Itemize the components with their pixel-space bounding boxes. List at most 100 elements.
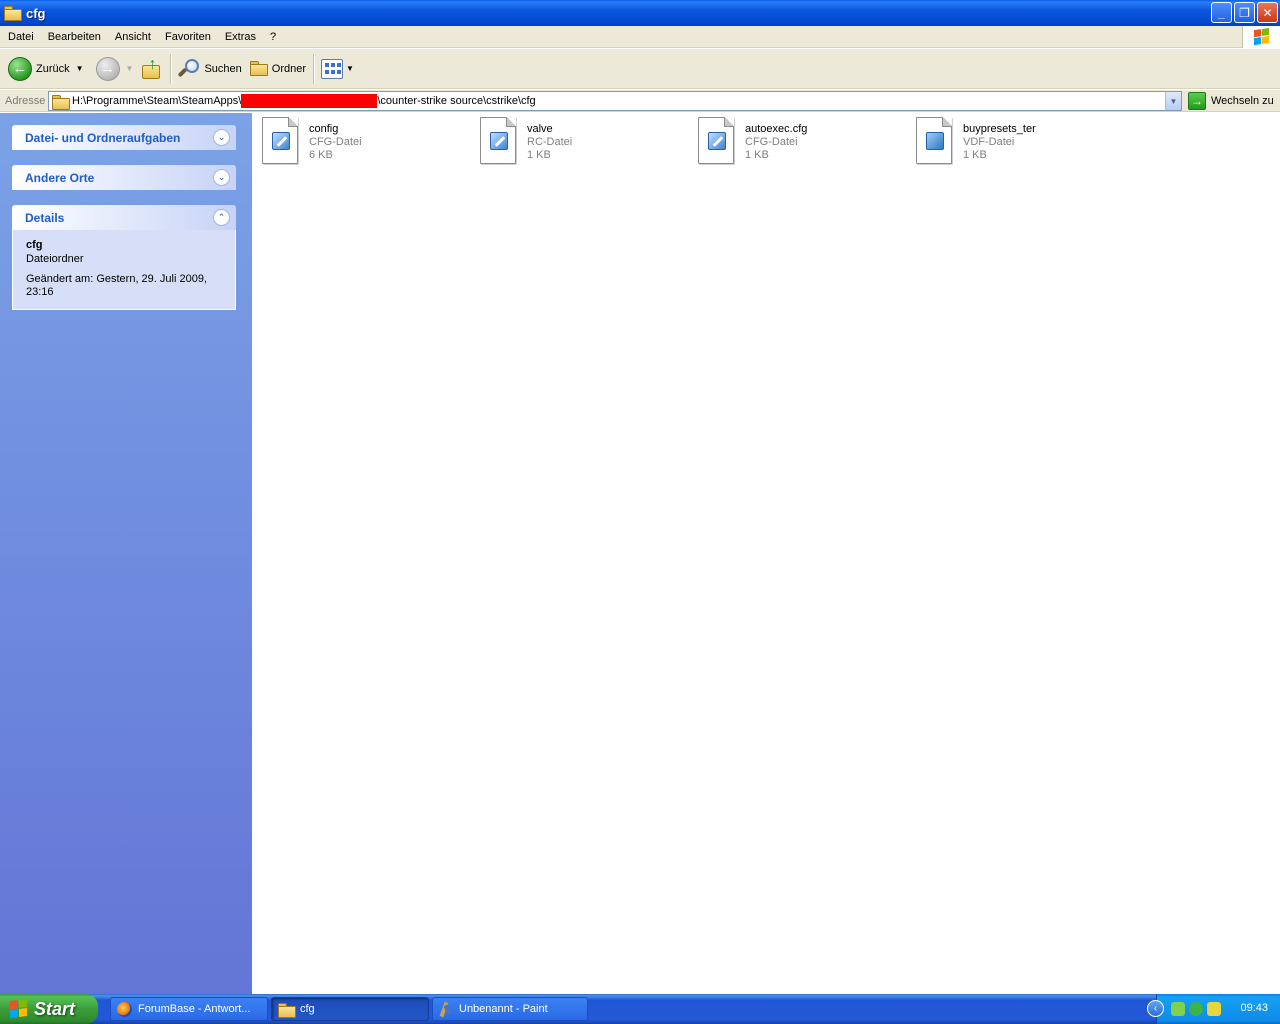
security-shield-icon[interactable] [1171, 1002, 1185, 1016]
file-item[interactable]: buypresets_ter VDF-Datei 1 KB [914, 117, 1124, 169]
panel-title: Andere Orte [25, 170, 95, 185]
details-type: Dateiordner [26, 253, 84, 265]
maximize-button[interactable]: ❐ [1234, 2, 1255, 23]
windows-flag-icon [10, 998, 28, 1020]
back-label: Zurück [36, 62, 70, 75]
file-name: autoexec.cfg [745, 123, 808, 135]
taskbar-item-cfg[interactable]: cfg [271, 997, 429, 1021]
menu-datei[interactable]: Datei [0, 27, 41, 47]
details-name: cfg [26, 239, 43, 251]
start-label: Start [34, 998, 76, 1019]
search-button[interactable]: Suchen [174, 52, 245, 86]
forward-dropdown-icon[interactable]: ▼ [126, 64, 134, 73]
redaction-bar [241, 94, 378, 108]
file-type: CFG-Datei [309, 136, 362, 148]
menu-bearbeiten[interactable]: Bearbeiten [41, 27, 108, 47]
taskbar-item-forumbase[interactable]: ForumBase - Antwort... [110, 997, 268, 1021]
panel-other-places: Andere Orte ⌄ [12, 165, 236, 190]
window-controls: _ ❐ ✕ [1211, 2, 1278, 23]
panel-header-file-folder-tasks[interactable]: Datei- und Ordneraufgaben ⌄ [12, 125, 236, 150]
folders-icon [249, 61, 268, 76]
details-modified: Geändert am: Gestern, 29. Juli 2009, 23:… [26, 273, 207, 298]
network-icon[interactable] [1189, 1002, 1203, 1016]
title-bar[interactable]: cfg _ ❐ ✕ [0, 0, 1280, 26]
file-size: 1 KB [527, 149, 551, 161]
file-type: RC-Datei [527, 136, 573, 148]
back-arrow-icon: ← [8, 56, 32, 81]
file-type: VDF-Datei [963, 136, 1015, 148]
task-pane: Datei- und Ordneraufgaben ⌄ Andere Orte … [0, 113, 252, 994]
taskbar-item-paint[interactable]: Unbenannt - Paint [432, 997, 588, 1021]
folder-icon [52, 94, 70, 110]
menu-favoriten[interactable]: Favoriten [158, 27, 218, 47]
folder-up-icon: ↑ [141, 56, 163, 81]
go-arrow-icon: → [1188, 92, 1206, 110]
text-document-icon [478, 117, 518, 165]
search-icon [178, 58, 200, 80]
panel-file-folder-tasks: Datei- und Ordneraufgaben ⌄ [12, 125, 236, 150]
file-item[interactable]: valve RC-Datei 1 KB [478, 117, 688, 169]
file-name: buypresets_ter [963, 123, 1036, 135]
chevron-down-icon[interactable]: ⌄ [213, 169, 230, 186]
folder-icon [278, 1002, 296, 1018]
tray-expand-icon[interactable]: ‹ [1147, 1000, 1164, 1017]
chevron-down-icon[interactable]: ⌄ [213, 129, 230, 146]
toolbar-separator [313, 53, 315, 84]
chevron-up-icon[interactable]: ⌃ [213, 209, 230, 226]
file-item[interactable]: autoexec.cfg CFG-Datei 1 KB [696, 117, 906, 169]
panel-header-details[interactable]: Details ⌃ [12, 205, 236, 230]
file-item[interactable]: config CFG-Datei 6 KB [260, 117, 470, 169]
minimize-button[interactable]: _ [1211, 2, 1232, 23]
address-dropdown-icon[interactable]: ▼ [1165, 92, 1181, 110]
back-button[interactable]: ← Zurück ▼ [4, 52, 88, 86]
up-button[interactable]: ↑ [137, 52, 167, 86]
address-path-suffix: \counter-strike source\cstrike\cfg [377, 94, 536, 107]
taskbar-item-label: ForumBase - Antwort... [138, 1003, 251, 1015]
folder-icon [4, 6, 22, 21]
windows-logo [1242, 26, 1280, 48]
firefox-icon [117, 1001, 132, 1017]
address-path: H:\Programme\Steam\SteamApps\ \counter-st… [72, 94, 536, 108]
text-document-icon [696, 117, 736, 165]
forward-button[interactable]: → ▼ [92, 52, 138, 86]
menu-extras[interactable]: Extras [218, 27, 263, 47]
file-type: CFG-Datei [745, 136, 798, 148]
file-size: 1 KB [745, 149, 769, 161]
address-input[interactable]: H:\Programme\Steam\SteamApps\ \counter-st… [48, 91, 1182, 111]
close-button[interactable]: ✕ [1257, 2, 1278, 23]
taskbar: Start ForumBase - Antwort... cfg Unbenan… [0, 994, 1280, 1024]
menu-help[interactable]: ? [263, 27, 283, 47]
system-tray: ‹ 09:43 [1147, 994, 1280, 1024]
go-button[interactable]: → Wechseln zu [1188, 91, 1274, 111]
taskbar-item-label: cfg [300, 1003, 315, 1015]
window-title: cfg [26, 5, 46, 21]
panel-details: Details ⌃ cfg Dateiordner Geändert am: G… [12, 205, 236, 310]
clock[interactable]: 09:43 [1240, 1002, 1268, 1014]
back-dropdown-icon[interactable]: ▼ [76, 64, 84, 73]
menu-ansicht[interactable]: Ansicht [108, 27, 158, 47]
taskbar-item-label: Unbenannt - Paint [459, 1003, 548, 1015]
forward-arrow-icon: → [95, 56, 120, 81]
views-button[interactable]: ▼ [317, 52, 358, 86]
user-status-icon[interactable] [1207, 1002, 1221, 1016]
folders-button[interactable]: Ordner [246, 52, 310, 86]
address-path-prefix: H:\Programme\Steam\SteamApps\ [72, 94, 242, 107]
menu-bar: Datei Bearbeiten Ansicht Favoriten Extra… [0, 26, 1280, 48]
system-file-icon [914, 117, 954, 165]
text-document-icon [260, 117, 300, 165]
address-bar: Adresse H:\Programme\Steam\SteamApps\ \co… [0, 90, 1280, 112]
views-icon [321, 58, 344, 79]
go-label: Wechseln zu [1211, 95, 1274, 107]
file-list[interactable]: config CFG-Datei 6 KB valve RC-Datei 1 K… [252, 113, 1280, 994]
file-name: config [309, 123, 339, 135]
file-size: 1 KB [963, 149, 987, 161]
start-button[interactable]: Start [0, 994, 98, 1024]
file-name: valve [527, 123, 553, 135]
panel-title: Datei- und Ordneraufgaben [25, 130, 181, 145]
panel-title: Details [25, 210, 65, 225]
paint-icon [439, 1002, 453, 1017]
views-dropdown-icon[interactable]: ▼ [346, 64, 354, 73]
toolbar-separator [170, 53, 172, 84]
panel-header-other-places[interactable]: Andere Orte ⌄ [12, 165, 236, 190]
address-label: Adresse [5, 94, 46, 107]
